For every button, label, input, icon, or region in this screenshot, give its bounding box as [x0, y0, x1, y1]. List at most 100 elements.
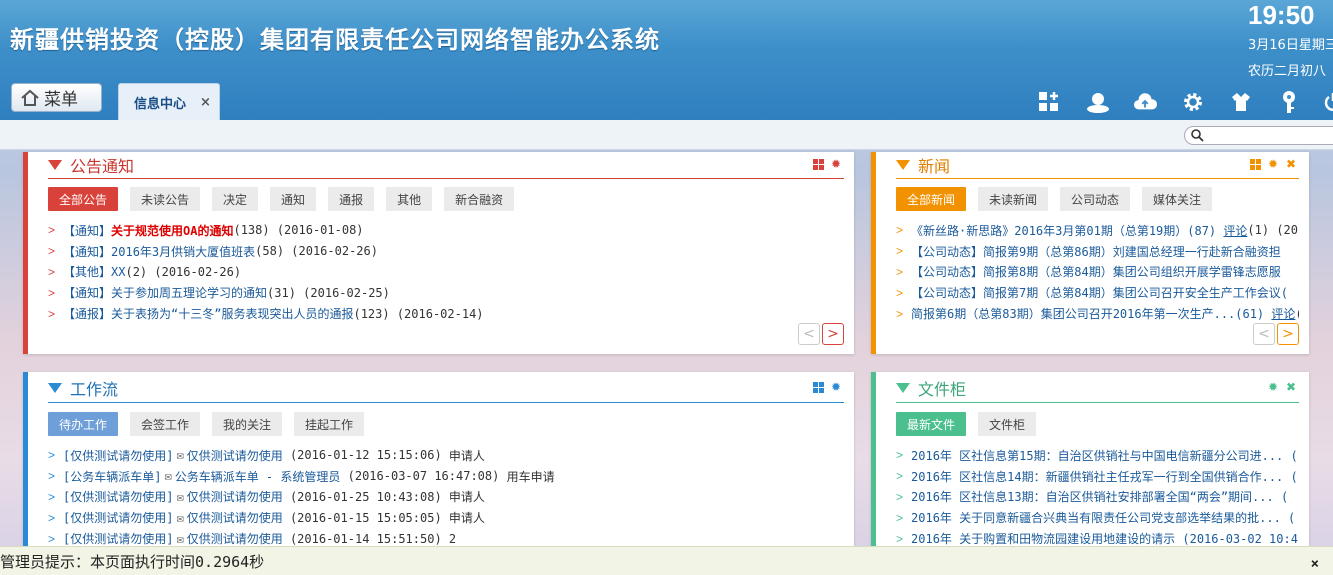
- filter-unread-notices[interactable]: 未读公告: [130, 187, 201, 211]
- workflow-header: 工作流 ✹: [48, 375, 844, 401]
- notice-header: 公告通知 ✹: [48, 152, 844, 178]
- menu-label: 菜单: [44, 90, 78, 110]
- list-item[interactable]: > [仅供测试请勿使用] ✉ 仅供测试请勿使用 (2016-01-15 15:05:0…: [48, 507, 844, 528]
- envelope-icon: ✉: [176, 448, 184, 463]
- date-label: 3月16日星期三: [1248, 38, 1333, 53]
- news-list: > 《新丝路·新思路》2016年3月第01期（总第19期）(87) 评论 (1) (…: [896, 220, 1299, 324]
- filter-other[interactable]: 其他: [386, 187, 433, 211]
- tab-info-center[interactable]: 信息中心 ×: [118, 83, 220, 120]
- divider: [896, 178, 1299, 179]
- close-icon[interactable]: ✖: [1285, 157, 1297, 171]
- list-item[interactable]: > 【通知】 关于规范使用OA的通知 (138) (2016-01-08): [48, 220, 844, 241]
- collapse-triangle-icon[interactable]: [896, 383, 910, 393]
- power-icon[interactable]: [1321, 90, 1333, 114]
- list-item[interactable]: >2016年 区社信息14期：新疆供销社主任戎军一行到全国供销合作... (: [896, 466, 1299, 487]
- divider: [896, 402, 1299, 403]
- notice-filters: 全部公告 未读公告 决定 通知 通报 其他 新合融资: [48, 187, 515, 211]
- tab-close-icon[interactable]: ×: [200, 95, 211, 110]
- filter-xinhe-finance[interactable]: 新合融资: [444, 187, 515, 211]
- list-item[interactable]: > 《新丝路·新思路》2016年3月第01期（总第19期）(87) 评论 (1) (…: [896, 220, 1299, 241]
- workflow-list: > [仅供测试请勿使用] ✉ 仅供测试请勿使用 (2016-01-12 15:15:0…: [48, 445, 844, 549]
- list-item[interactable]: > [仅供测试请勿使用] ✉ 仅供测试请勿使用 (2016-01-25 10:43:0…: [48, 487, 844, 508]
- clock: 19:50: [1248, 0, 1315, 30]
- files-panel: 文件柜 ✹ ✖ 最新文件 文件柜 >2016年 区社信息第15期：自治区供销社与…: [871, 372, 1309, 546]
- list-item[interactable]: >2016年 区社信息13期：自治区供销社安排部署全国“两会”期间... (: [896, 487, 1299, 508]
- search-input[interactable]: [1184, 126, 1333, 145]
- menu-button[interactable]: 菜单: [11, 83, 102, 112]
- news-pager: < >: [1253, 323, 1299, 345]
- list-item[interactable]: > 【公司动态】简报第9期（总第86期）刘建国总经理一行赴新合融资担: [896, 241, 1299, 262]
- list-item[interactable]: > [仅供测试请勿使用] ✉ 仅供测试请勿使用 (2016-01-12 15:15:0…: [48, 445, 844, 466]
- filter-bulletin[interactable]: 通报: [328, 187, 375, 211]
- filter-media[interactable]: 媒体关注: [1142, 187, 1213, 211]
- filter-all-notices[interactable]: 全部公告: [48, 187, 119, 211]
- filter-todo[interactable]: 待办工作: [48, 412, 119, 436]
- files-title: 文件柜: [918, 380, 967, 399]
- filter-countersign[interactable]: 会签工作: [130, 412, 201, 436]
- cloud-upload-icon[interactable]: [1133, 90, 1157, 114]
- prev-page-button[interactable]: <: [1253, 323, 1275, 345]
- files-filters: 最新文件 文件柜: [896, 412, 1037, 436]
- notice-title: 公告通知: [70, 157, 135, 176]
- list-item[interactable]: > 【通知】 关于参加周五理论学习的通知 (31) (2016-02-25): [48, 282, 844, 303]
- close-icon[interactable]: ✖: [1285, 380, 1297, 394]
- list-item[interactable]: > 【其他】 XX (2) (2016-02-26): [48, 262, 844, 283]
- user-icon[interactable]: [1086, 90, 1110, 114]
- news-filters: 全部新闻 未读新闻 公司动态 媒体关注: [896, 187, 1213, 211]
- notice-panel: 公告通知 ✹ 全部公告 未读公告 决定 通知 通报 其他 新合融资 > 【通知】关…: [23, 152, 854, 354]
- list-item[interactable]: >2016年 关于同意新疆合兴典当有限责任公司党支部选举结果的批... (: [896, 507, 1299, 528]
- news-header: 新闻 ✹ ✖: [896, 152, 1299, 178]
- filter-company-news[interactable]: 公司动态: [1060, 187, 1131, 211]
- settings-icon[interactable]: ✹: [1267, 157, 1279, 171]
- collapse-triangle-icon[interactable]: [48, 160, 62, 170]
- tab-label: 信息中心: [134, 96, 187, 112]
- notice-pager: < >: [798, 323, 844, 345]
- divider: [48, 178, 844, 179]
- settings-icon[interactable]: ✹: [830, 157, 842, 171]
- filter-suspended[interactable]: 挂起工作: [294, 412, 365, 436]
- settings-icon[interactable]: ✹: [830, 380, 842, 394]
- list-item[interactable]: > 【通报】 关于表扬为“十三冬”服务表现突出人员的通报 (123) (2016-02…: [48, 303, 844, 324]
- settings-icon[interactable]: ✹: [1267, 380, 1279, 394]
- filter-unread-news[interactable]: 未读新闻: [978, 187, 1049, 211]
- app-title: 新疆供销投资（控股）集团有限责任公司网络智能办公系统: [10, 25, 660, 54]
- grid-icon[interactable]: [1249, 158, 1261, 170]
- key-icon[interactable]: [1277, 90, 1301, 114]
- search-icon: [1191, 129, 1204, 142]
- list-item[interactable]: >2016年 区社信息第15期：自治区供销社与中国电信新疆分公司进... (: [896, 445, 1299, 466]
- news-panel: 新闻 ✹ ✖ 全部新闻 未读新闻 公司动态 媒体关注 > 《新丝路·新思路》201…: [871, 152, 1309, 354]
- envelope-icon: ✉: [176, 489, 184, 504]
- envelope-icon: ✉: [176, 531, 184, 546]
- status-bar: 管理员提示：本页面执行时间0.2964秒 ×: [0, 546, 1333, 575]
- filter-file-cabinet[interactable]: 文件柜: [978, 412, 1037, 436]
- filter-decision[interactable]: 决定: [212, 187, 259, 211]
- home-icon: [21, 89, 39, 106]
- filter-following[interactable]: 我的关注: [212, 412, 283, 436]
- list-item[interactable]: > 【通知】 2016年3月供销大厦值班表 (58) (2016-02-26): [48, 241, 844, 262]
- envelope-icon: ✉: [176, 510, 184, 525]
- list-item[interactable]: >简报第6期（总第83期）集团公司召开2016年第一次生产...(61) 评论(: [896, 303, 1299, 324]
- list-item[interactable]: > 【公司动态】简报第8期（总第84期）集团公司组织开展学雷锋志愿服: [896, 262, 1299, 283]
- list-item[interactable]: > 【公司动态】简报第7期（总第84期）集团公司召开安全生产工作会议(: [896, 282, 1299, 303]
- close-icon[interactable]: ×: [1311, 556, 1319, 572]
- workflow-title: 工作流: [70, 380, 119, 399]
- sub-toolbar: [0, 120, 1333, 150]
- next-page-button[interactable]: >: [822, 323, 844, 345]
- gear-icon[interactable]: [1181, 90, 1205, 114]
- prev-page-button[interactable]: <: [798, 323, 820, 345]
- workflow-panel: 工作流 ✹ 待办工作 会签工作 我的关注 挂起工作 > [仅供测试请勿使用] ✉ 仅供…: [23, 372, 854, 546]
- filter-latest-files[interactable]: 最新文件: [896, 412, 967, 436]
- files-list: >2016年 区社信息第15期：自治区供销社与中国电信新疆分公司进... ( >…: [896, 445, 1299, 549]
- shirt-icon[interactable]: [1229, 90, 1253, 114]
- collapse-triangle-icon[interactable]: [48, 383, 62, 393]
- grid-icon[interactable]: [812, 381, 824, 393]
- status-text: 管理员提示：本页面执行时间0.2964秒: [0, 552, 265, 571]
- collapse-triangle-icon[interactable]: [896, 160, 910, 170]
- next-page-button[interactable]: >: [1277, 323, 1299, 345]
- notice-list: > 【通知】 关于规范使用OA的通知 (138) (2016-01-08) > 【通知】…: [48, 220, 844, 324]
- grid-icon[interactable]: [812, 158, 824, 170]
- filter-notice[interactable]: 通知: [270, 187, 317, 211]
- list-item[interactable]: > [公务车辆派车单] ✉ 公务车辆派车单 - 系统管理员 (2016-03-07 1…: [48, 466, 844, 487]
- add-app-icon[interactable]: [1037, 90, 1061, 114]
- filter-all-news[interactable]: 全部新闻: [896, 187, 967, 211]
